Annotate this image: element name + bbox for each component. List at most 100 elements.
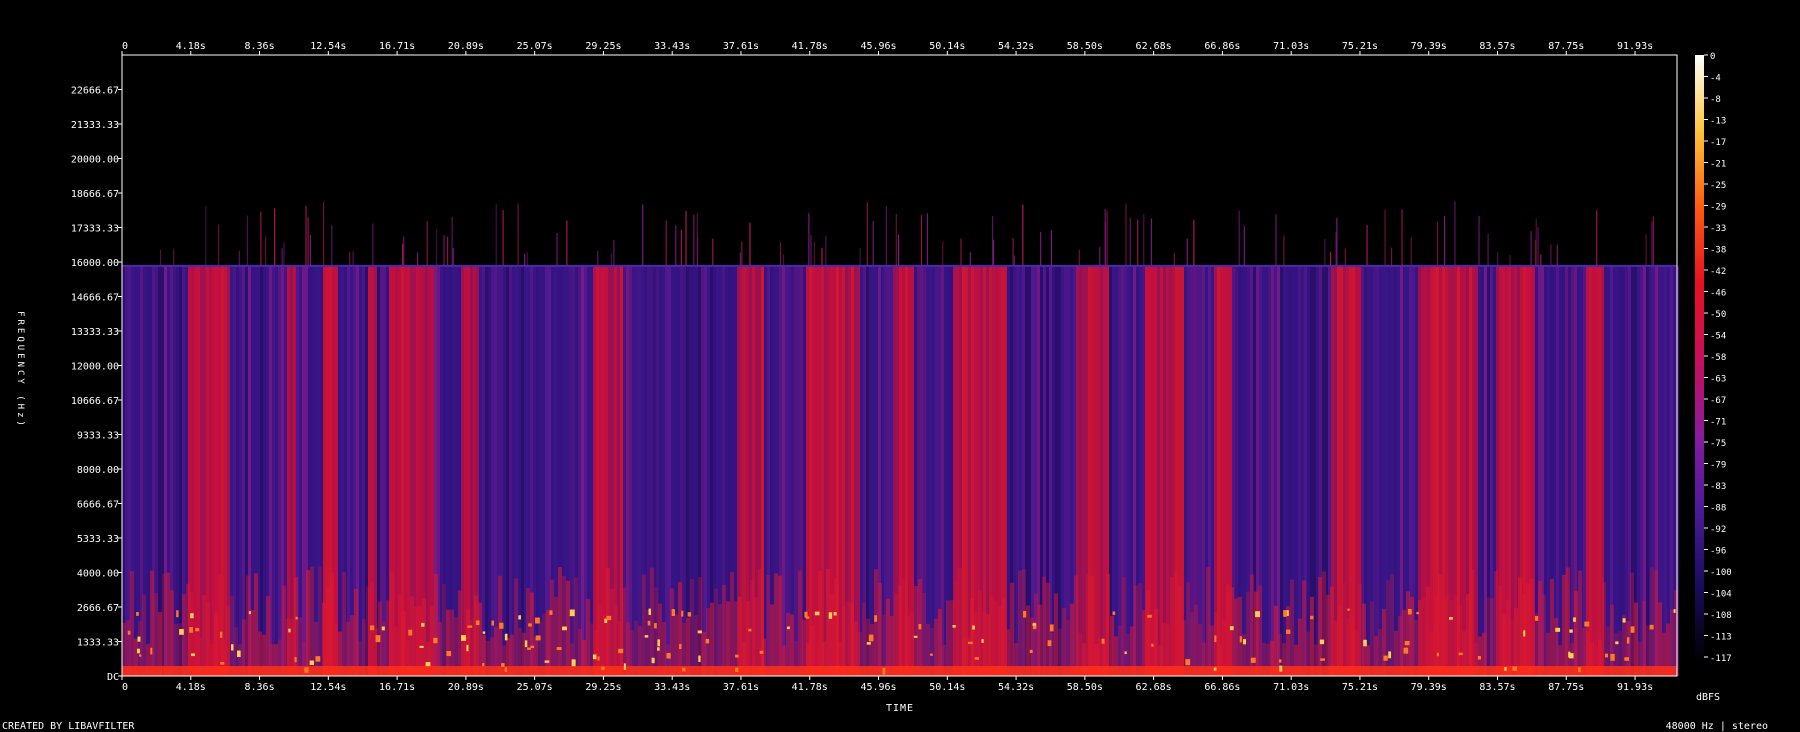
harmonic-spot	[425, 662, 431, 667]
spike	[1652, 216, 1655, 266]
x-tick-label-top: 45.96s	[860, 41, 896, 52]
low-band-column	[798, 570, 802, 676]
spectrum-column	[695, 265, 698, 676]
spectrum-column	[854, 265, 857, 676]
harmonic-spot	[1407, 608, 1412, 615]
spectrum-column	[239, 265, 242, 676]
harmonic-spot	[556, 647, 562, 651]
low-band-column	[902, 577, 906, 676]
low-band-column	[1010, 582, 1014, 676]
low-band-column	[1654, 570, 1658, 676]
harmonic-spot	[309, 660, 314, 665]
colorbar-tick-label: -46	[1710, 289, 1726, 299]
low-band-column	[1454, 595, 1458, 676]
low-band-column	[1038, 604, 1042, 676]
harmonic-spot	[654, 623, 657, 629]
low-band-column	[1574, 590, 1578, 676]
spectrum-column	[506, 265, 509, 676]
harmonic-spot	[1147, 614, 1152, 618]
harmonic-spot	[1250, 657, 1256, 663]
spike	[451, 216, 453, 266]
spectrum-column	[1067, 265, 1070, 676]
harmonic-spot	[535, 635, 541, 641]
spike	[309, 234, 312, 266]
low-band-column	[202, 595, 206, 676]
harmonic-spot	[1049, 624, 1054, 632]
spectrum-column	[1082, 265, 1085, 676]
low-band-column	[218, 574, 222, 676]
spectrum-column	[1625, 265, 1628, 676]
spectrum-column	[1103, 265, 1106, 676]
low-band-column	[154, 593, 158, 676]
spectrogram-chart: 0 -4 -8 -13 -17 -21 -25 -29 -33 -38 -42 -46 -50 -54 -5…	[2, 41, 1768, 732]
spectrum-column	[1394, 265, 1397, 676]
harmonic-spot	[1477, 655, 1481, 660]
y-tick-label: DC	[107, 672, 119, 683]
spectrum-column	[1478, 265, 1481, 676]
spectrum-column	[407, 265, 410, 676]
spectrum-column	[1220, 265, 1223, 676]
harmonic-spot	[1347, 608, 1350, 611]
spike	[1324, 238, 1326, 266]
harmonic-spot	[759, 650, 764, 654]
spike	[402, 243, 404, 266]
harmonic-spot	[176, 610, 179, 618]
harmonic-spot	[1569, 629, 1573, 633]
low-band-column	[1426, 586, 1430, 676]
harmonic-spot	[195, 627, 200, 632]
harmonic-spot	[657, 647, 660, 651]
spike	[1104, 208, 1106, 266]
low-band-column	[1450, 600, 1454, 676]
low-band-column	[766, 574, 770, 676]
low-band-column	[1174, 571, 1178, 676]
harmonic-spot	[419, 645, 424, 648]
spectrum-column	[1031, 265, 1034, 676]
spectrum-column	[1160, 265, 1163, 676]
harmonic-spot	[139, 654, 142, 657]
harmonic-spot	[491, 620, 494, 626]
spectrum-column	[383, 265, 386, 676]
spike	[1410, 237, 1412, 266]
low-band-column	[1246, 591, 1250, 676]
colorbar-tick-label: -63	[1710, 375, 1726, 385]
spike	[1173, 252, 1175, 266]
low-band-column	[478, 602, 482, 676]
spectrum-column	[1463, 265, 1466, 676]
harmonic-spot	[1101, 638, 1105, 644]
harmonic-spot	[518, 615, 521, 620]
colorbar-tick-label: -29	[1710, 203, 1726, 213]
harmonic-spot	[1568, 651, 1571, 658]
harmonic-spot	[1023, 610, 1027, 618]
low-band-column	[586, 599, 590, 676]
spectrum-column	[278, 265, 281, 676]
low-band-column	[170, 590, 174, 676]
spectrum-column	[932, 265, 935, 676]
x-tick-label-bottom: 41.78s	[792, 682, 828, 693]
harmonic-spot	[315, 656, 321, 662]
spike	[322, 201, 325, 266]
y-tick-label: 5333.33	[77, 534, 119, 545]
low-band-column	[770, 604, 774, 676]
harmonic-spot	[219, 631, 223, 638]
spectrum-column	[1646, 265, 1649, 676]
colorbar-tick-label: -54	[1710, 332, 1726, 342]
harmonic-spot	[1649, 624, 1654, 630]
harmonic-spot	[1555, 627, 1561, 632]
spectrum-column	[359, 265, 362, 676]
spike	[1150, 218, 1153, 266]
harmonic-spot	[381, 626, 385, 631]
harmonic-spot	[952, 625, 956, 628]
spectrum-column	[1007, 265, 1010, 676]
x-tick-label-top: 62.68s	[1136, 41, 1172, 52]
spike	[680, 229, 682, 266]
spike	[712, 238, 714, 266]
harmonic-spot	[1504, 667, 1507, 671]
harmonic-spot	[501, 663, 505, 667]
low-band-column	[950, 600, 954, 676]
spike	[447, 236, 449, 266]
spike	[859, 247, 861, 266]
spike	[305, 205, 307, 266]
spike	[443, 235, 445, 266]
harmonic-spot	[562, 626, 568, 631]
colorbar-tick-label: -25	[1710, 181, 1726, 191]
